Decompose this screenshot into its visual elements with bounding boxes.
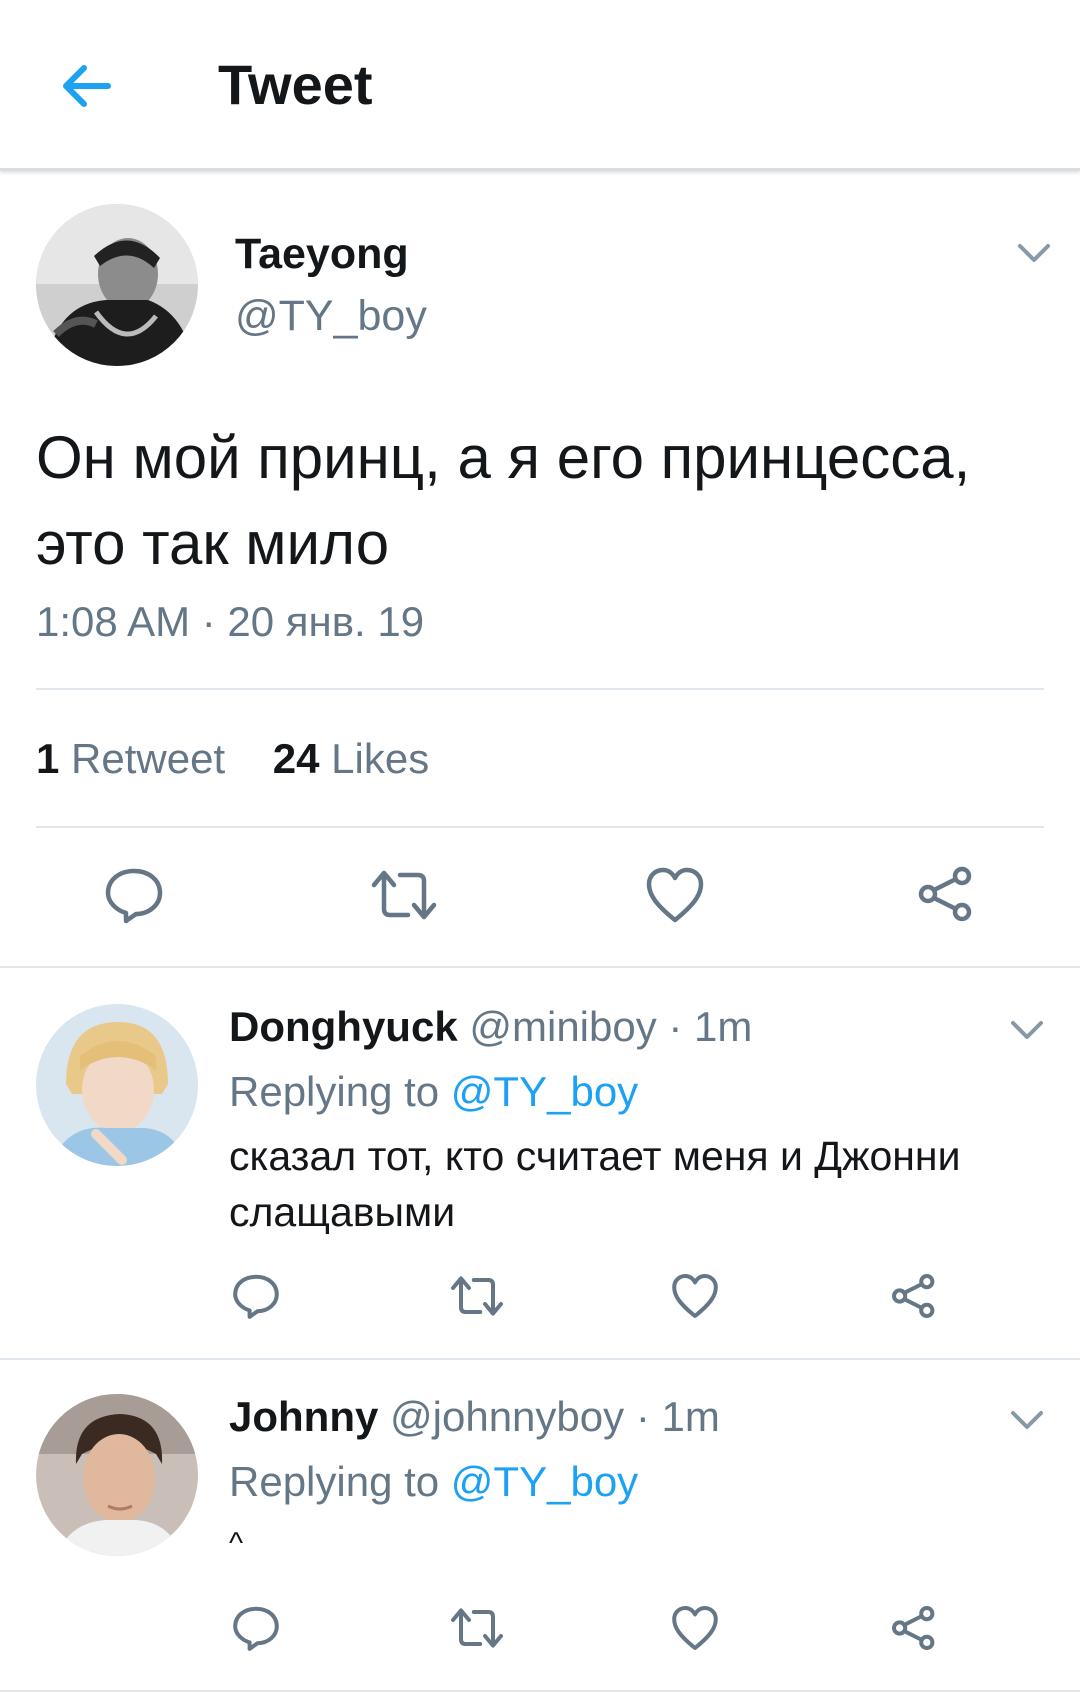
reply-button[interactable] [232,1604,280,1652]
tweet-timestamp: 1:08 AM · 20 янв. 19 [36,598,425,645]
section-divider [0,1690,1080,1692]
reply-time: · 1m [635,1393,720,1440]
retweets-stat[interactable]: 1 Retweet [36,735,225,782]
reply-text: ^ [229,1527,244,1560]
chevron-down-icon [1011,1411,1043,1429]
reply-author-name[interactable]: Donghyuck [229,1003,458,1050]
author-name[interactable]: Taeyong [235,230,409,279]
likes-count: 24 [272,735,320,782]
divider [36,688,1044,690]
retweet-button[interactable] [368,865,440,925]
section-divider [0,1358,1080,1360]
chevron-down-icon [1018,244,1050,262]
reply-icon [233,1606,279,1651]
replying-mention[interactable]: @TY_boy [451,1458,638,1505]
reply-header: Donghyuck @miniboy · 1m [229,1003,752,1051]
share-icon [918,866,972,922]
reply-author-handle[interactable]: @miniboy [469,1003,656,1050]
replying-prefix: Replying to [229,1068,440,1115]
retweet-button[interactable] [448,1604,506,1652]
retweet-icon [451,1608,503,1648]
arrow-left-icon [63,65,111,107]
likes-label: Likes [331,735,430,782]
reply-avatar[interactable] [36,1394,198,1556]
like-button[interactable] [671,1272,719,1320]
reply-menu-caret[interactable] [1005,1015,1049,1045]
tweet-text: Он мой принц, а я его принцесса, это так… [36,424,971,577]
reply-icon [233,1274,279,1319]
section-divider [0,966,1080,968]
share-button[interactable] [890,1604,938,1652]
heart-icon [672,1606,718,1650]
reply-header: Johnny @johnnyboy · 1m [229,1393,720,1441]
retweet-icon [371,870,437,920]
reply-menu-caret[interactable] [1005,1405,1049,1435]
likes-stat[interactable]: 24 Likes [273,735,429,782]
top-bar: Tweet [0,0,1080,171]
tweet-menu-caret[interactable] [1012,238,1056,268]
replying-prefix: Replying to [229,1458,440,1505]
heart-icon [646,867,704,923]
share-icon [892,1606,935,1650]
tweet-stats: 1 Retweet 24 Likes [36,735,429,783]
author-avatar[interactable] [36,204,198,366]
reply-author-name[interactable]: Johnny [229,1393,378,1440]
reply-text: сказал тот, кто считает меня и Джонни сл… [229,1133,961,1235]
replying-mention[interactable]: @TY_boy [451,1068,638,1115]
share-button[interactable] [890,1272,938,1320]
chevron-down-icon [1011,1021,1043,1039]
like-button[interactable] [645,866,705,924]
reply-avatar[interactable] [36,1004,198,1166]
replying-to: Replying to @TY_boy [229,1458,638,1506]
like-button[interactable] [671,1604,719,1652]
page-title: Tweet [218,53,373,116]
retweets-label: Retweet [71,735,226,782]
replying-to: Replying to @TY_boy [229,1068,638,1116]
share-button[interactable] [916,864,976,924]
reply-author-handle[interactable]: @johnnyboy [390,1393,624,1440]
reply-time: · 1m [668,1003,753,1050]
back-button[interactable] [50,52,122,124]
author-handle[interactable]: @TY_boy [235,292,427,341]
reply-button[interactable] [104,865,164,925]
divider [36,826,1044,828]
share-icon [892,1274,935,1318]
heart-icon [672,1274,718,1318]
retweet-icon [451,1276,503,1316]
retweets-count: 1 [36,735,60,782]
reply-button[interactable] [232,1272,280,1320]
retweet-button[interactable] [448,1272,506,1320]
reply-icon [105,868,163,924]
